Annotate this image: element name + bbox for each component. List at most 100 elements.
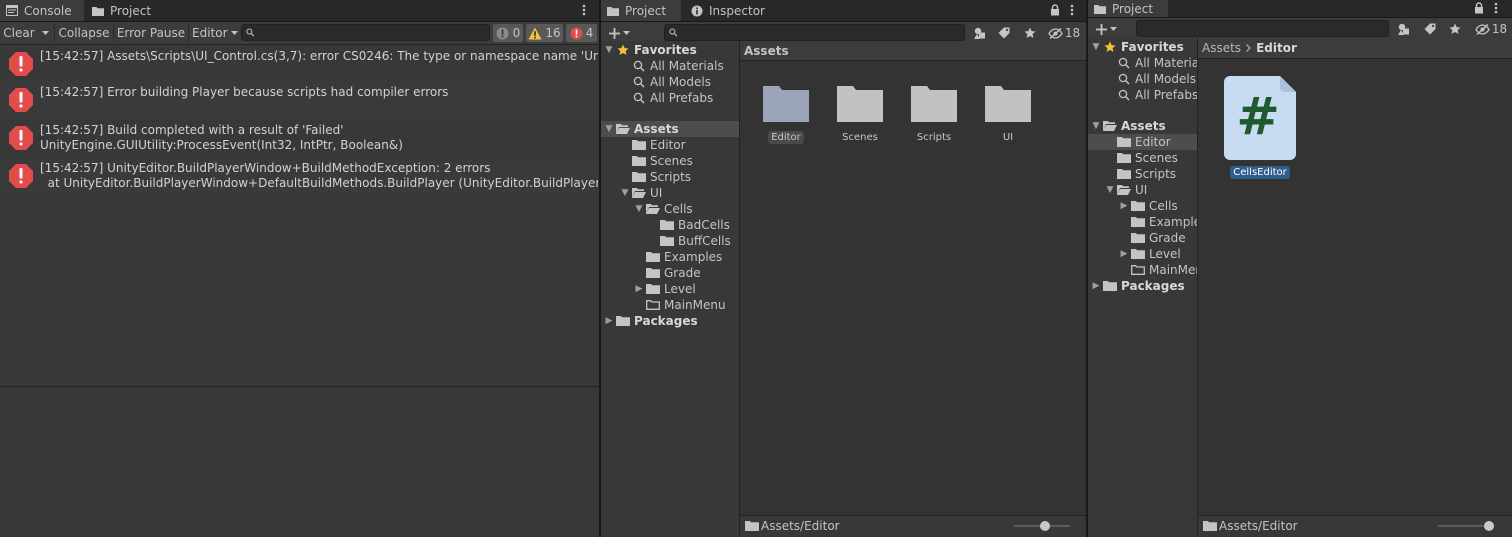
search-by-label-button[interactable]	[1420, 20, 1440, 38]
clear-button[interactable]: Clear	[2, 24, 36, 42]
grid-header-label: Assets	[744, 43, 789, 58]
tree-item-scripts[interactable]: Scripts	[1088, 166, 1197, 182]
tree-packages[interactable]: ▶ Packages	[1088, 278, 1197, 294]
tree-item-scenes[interactable]: Scenes	[601, 153, 739, 169]
tree-item-examples[interactable]: Examples	[1088, 214, 1197, 230]
tab-project[interactable]: Project	[601, 0, 681, 21]
search-icon	[631, 58, 647, 74]
tab-inspector[interactable]: Inspector	[685, 0, 773, 21]
tree-item-all-models[interactable]: All Models	[1088, 71, 1197, 87]
log-entry[interactable]: [15:42:57] Assets\Scripts\UI_Control.cs(…	[0, 45, 598, 83]
asset-script-cellseditor[interactable]: # CellsEditor	[1217, 76, 1303, 179]
tree-item-examples[interactable]: Examples	[601, 249, 739, 265]
tab-project[interactable]: Project	[86, 0, 166, 21]
more-options-icon[interactable]	[582, 4, 590, 18]
project-right-search[interactable]	[1136, 20, 1389, 37]
tree-item-all-models[interactable]: All Models	[601, 74, 739, 90]
tree-assets[interactable]: ▼ Assets	[601, 121, 739, 137]
chevron-down-icon	[230, 31, 238, 35]
clear-options-dropdown[interactable]	[38, 24, 52, 42]
chevron-down-icon[interactable]: ▼	[633, 201, 645, 217]
tree-packages[interactable]: ▶ Packages	[601, 313, 739, 329]
editor-target-dropdown[interactable]: Editor	[190, 24, 238, 42]
search-by-label-button[interactable]	[994, 24, 1014, 42]
tree-item-ui[interactable]: ▼ UI	[1088, 182, 1197, 198]
project-right-search-input[interactable]	[1141, 22, 1388, 35]
chevron-right-icon[interactable]: ▶	[1118, 198, 1130, 214]
chevron-right-icon[interactable]: ▶	[1090, 278, 1102, 294]
tree-item-buffcells[interactable]: BuffCells	[601, 233, 739, 249]
error-icon	[9, 164, 33, 188]
tab-console[interactable]: Console	[0, 0, 84, 21]
tab-project[interactable]: Project	[1088, 0, 1168, 17]
error-pause-button[interactable]: Error Pause	[116, 24, 186, 42]
tree-item-cells[interactable]: ▼ Cells	[601, 201, 739, 217]
breadcrumb-root[interactable]: Assets	[1202, 41, 1241, 55]
hidden-packages-toggle[interactable]: 18	[1046, 24, 1082, 42]
asset-folder-ui[interactable]: UI	[973, 83, 1043, 144]
tree-item-scenes[interactable]: Scenes	[1088, 150, 1197, 166]
more-options-icon[interactable]	[1070, 4, 1074, 16]
asset-folder-editor[interactable]: Editor	[751, 83, 821, 144]
zoom-slider-knob[interactable]	[1484, 521, 1494, 531]
tree-favorites[interactable]: ▼ Favorites	[601, 42, 739, 58]
info-count: 0	[512, 26, 521, 40]
tree-item-ui[interactable]: ▼ UI	[601, 185, 739, 201]
log-entry[interactable]: [15:42:57] UnityEditor.BuildPlayerWindow…	[0, 157, 598, 195]
console-search-input[interactable]	[254, 26, 489, 39]
tree-item-all-prefabs[interactable]: All Prefabs	[1088, 87, 1197, 103]
warning-filter-toggle[interactable]: 16	[526, 24, 563, 42]
chevron-down-icon[interactable]: ▼	[603, 42, 615, 58]
lock-icon[interactable]	[1474, 2, 1484, 14]
asset-folder-scenes[interactable]: Scenes	[825, 83, 895, 144]
favorites-button[interactable]	[1445, 20, 1465, 38]
asset-folder-scripts[interactable]: Scripts	[899, 83, 969, 144]
console-detail-area[interactable]	[0, 387, 599, 537]
hidden-packages-toggle[interactable]: 18	[1472, 20, 1510, 38]
search-by-type-button[interactable]	[1394, 20, 1414, 38]
console-search[interactable]	[241, 24, 490, 41]
chevron-down-icon[interactable]: ▼	[1090, 118, 1102, 134]
tree-item-editor[interactable]: Editor	[601, 137, 739, 153]
tree-item-mainmenu[interactable]: MainMenu	[601, 297, 739, 313]
project-panel-middle: Project Inspector 18 ▼ Favorites All Mat…	[601, 0, 1086, 537]
create-button[interactable]	[1092, 20, 1120, 38]
tree-item-level[interactable]: ▶ Level	[1088, 246, 1197, 262]
tree-item-level[interactable]: ▶ Level	[601, 281, 739, 297]
tree-item-all-prefabs[interactable]: All Prefabs	[601, 90, 739, 106]
lock-icon[interactable]	[1050, 4, 1060, 16]
breadcrumb-current[interactable]: Editor	[1256, 41, 1297, 55]
chevron-right-icon[interactable]: ▶	[633, 281, 645, 297]
chevron-down-icon[interactable]: ▼	[603, 121, 615, 137]
create-button[interactable]	[605, 24, 633, 42]
project-search-input[interactable]	[677, 26, 964, 39]
chevron-right-icon[interactable]: ▶	[603, 313, 615, 329]
search-by-type-button[interactable]	[970, 24, 990, 42]
log-entry[interactable]: [15:42:57] Error building Player because…	[0, 81, 598, 119]
tree-item-grade[interactable]: Grade	[1088, 230, 1197, 246]
tree-item-badcells[interactable]: BadCells	[601, 217, 739, 233]
zoom-slider-knob[interactable]	[1040, 521, 1050, 531]
tree-item-all-materials[interactable]: All Materials	[1088, 55, 1197, 71]
more-options-icon[interactable]	[1494, 2, 1498, 14]
tree-item-cells[interactable]: ▶ Cells	[1088, 198, 1197, 214]
chevron-right-icon[interactable]: ▶	[1118, 246, 1130, 262]
info-filter-toggle[interactable]: 0	[493, 24, 523, 42]
tree-item-mainmenu[interactable]: MainMenu	[1088, 262, 1197, 278]
tree-assets[interactable]: ▼ Assets	[1088, 118, 1197, 134]
error-filter-toggle[interactable]: 4	[566, 24, 597, 42]
folder-icon	[763, 86, 809, 122]
chevron-down-icon[interactable]: ▼	[619, 185, 631, 201]
tree-item-all-materials[interactable]: All Materials	[601, 58, 739, 74]
tree-favorites[interactable]: ▼ Favorites	[1088, 39, 1197, 55]
tree-item-grade[interactable]: Grade	[601, 265, 739, 281]
error-icon	[9, 88, 33, 112]
collapse-button[interactable]: Collapse	[57, 24, 111, 42]
favorites-button[interactable]	[1020, 24, 1040, 42]
log-entry[interactable]: [15:42:57] Build completed with a result…	[0, 119, 598, 157]
tree-item-editor[interactable]: Editor	[1088, 134, 1197, 150]
project-search[interactable]	[664, 24, 965, 41]
tree-item-scripts[interactable]: Scripts	[601, 169, 739, 185]
chevron-down-icon[interactable]: ▼	[1090, 39, 1102, 55]
chevron-down-icon[interactable]: ▼	[1104, 182, 1116, 198]
